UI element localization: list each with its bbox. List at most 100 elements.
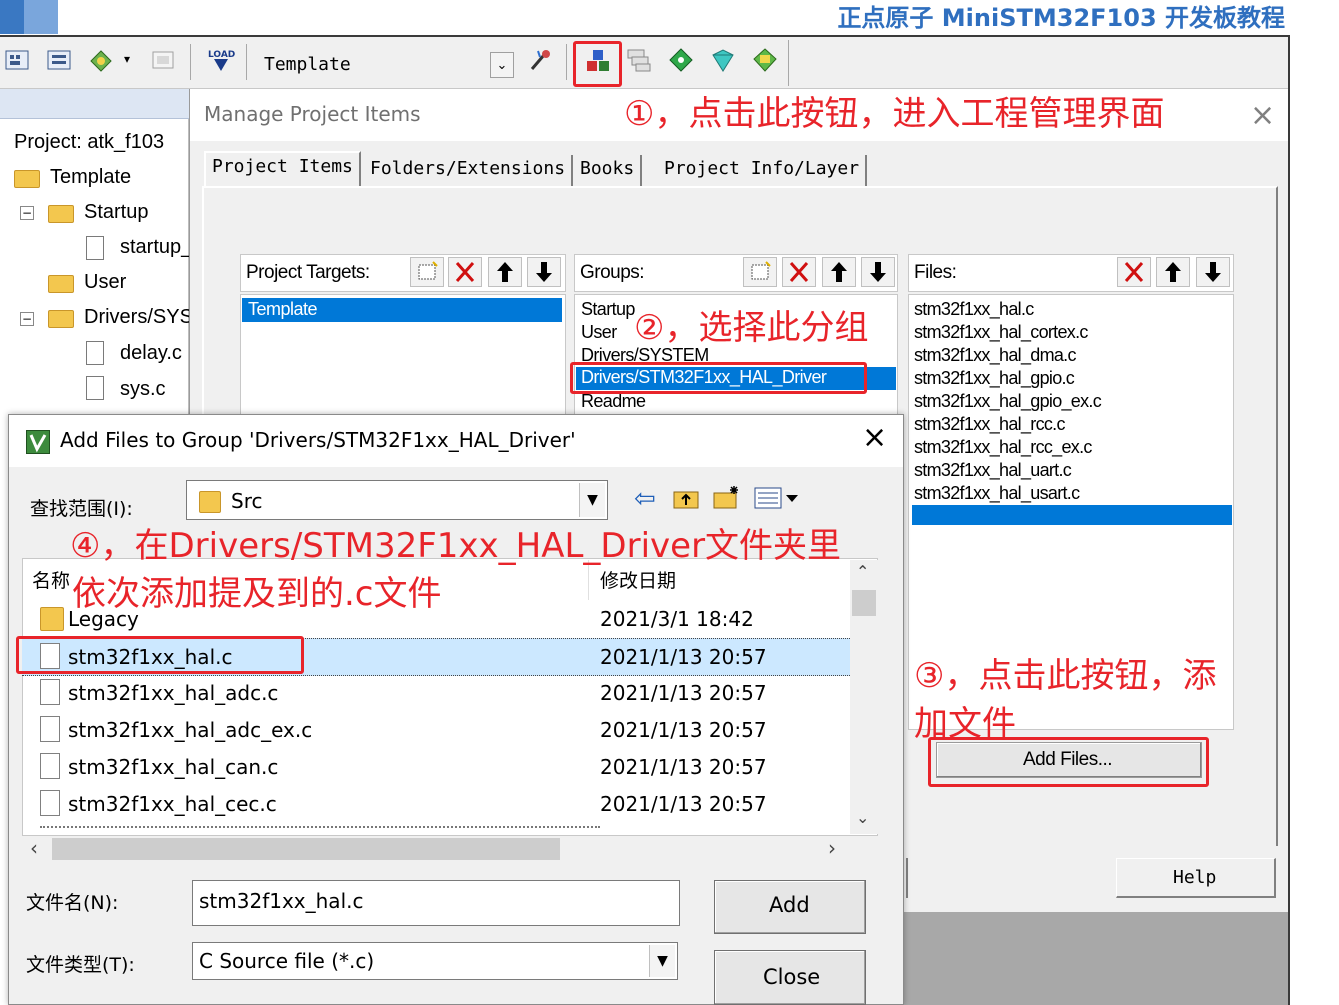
tab-books[interactable]: Books bbox=[574, 155, 643, 187]
list-item[interactable]: stm32f1xx_hal_cec.c 2021/1/13 20:57 bbox=[22, 786, 850, 822]
list-item[interactable]: stm32f1xx_hal_can.c 2021/1/13 20:57 bbox=[22, 749, 850, 785]
target-select-arrow[interactable]: ⌄ bbox=[490, 52, 514, 78]
view-menu-icon[interactable] bbox=[754, 486, 802, 510]
new-group-button[interactable] bbox=[743, 257, 777, 287]
horizontal-scroll-thumb[interactable] bbox=[52, 838, 560, 860]
drivers-expand-icon[interactable]: − bbox=[20, 312, 34, 326]
vertical-scroll-thumb[interactable] bbox=[852, 590, 876, 616]
target-options-icon[interactable] bbox=[528, 47, 554, 73]
filetype-select-value: C Source file (*.c) bbox=[199, 949, 375, 973]
list-item-name: stm32f1xx_hal_cec.c bbox=[68, 792, 277, 816]
scroll-left-icon[interactable]: ‹ bbox=[30, 836, 38, 860]
look-in-dropdown-arrow[interactable]: ▼ bbox=[579, 483, 605, 517]
batch-dropdown-icon[interactable]: ▾ bbox=[124, 52, 130, 66]
file-item[interactable]: stm32f1xx_hal_dma.c bbox=[914, 345, 1076, 366]
move-group-up-button[interactable] bbox=[822, 257, 856, 287]
delete-target-button[interactable] bbox=[448, 257, 482, 287]
close-button[interactable]: Close bbox=[714, 950, 866, 1005]
tree-item-user[interactable]: User bbox=[84, 271, 126, 294]
event-recorder-icon[interactable] bbox=[752, 47, 778, 73]
manage-project-items-icon[interactable] bbox=[585, 47, 611, 73]
file-item-selected-empty[interactable] bbox=[912, 505, 1232, 525]
tree-item-startup-file[interactable]: startup_ bbox=[120, 236, 192, 259]
move-file-down-button[interactable] bbox=[1196, 257, 1230, 287]
target-select[interactable]: Template ⌄ bbox=[256, 50, 516, 80]
add-button-label: Add bbox=[769, 893, 810, 917]
file-item[interactable]: stm32f1xx_hal_gpio.c bbox=[914, 368, 1075, 389]
add-button[interactable]: Add bbox=[714, 880, 866, 934]
back-icon[interactable]: ⇦ bbox=[634, 484, 656, 514]
stop-build-icon[interactable] bbox=[150, 47, 176, 73]
header-logo-block bbox=[0, 0, 58, 34]
pack-installer-icon[interactable] bbox=[668, 47, 694, 73]
target-item-label: Template bbox=[248, 299, 318, 319]
delete-file-button[interactable] bbox=[1117, 257, 1151, 287]
file-item[interactable]: stm32f1xx_hal.c bbox=[914, 299, 1034, 320]
delay-file-icon bbox=[86, 341, 104, 365]
manage-dialog-close-icon[interactable]: × bbox=[1250, 98, 1275, 133]
toolbar-separator bbox=[788, 40, 789, 86]
file-item[interactable]: stm32f1xx_hal_usart.c bbox=[914, 483, 1080, 504]
tree-item-drivers-sys[interactable]: Drivers/SYS bbox=[84, 306, 193, 329]
add-files-button[interactable]: Add Files... bbox=[936, 742, 1202, 778]
filetype-select[interactable]: C Source file (*.c) ▼ bbox=[192, 942, 678, 980]
group-item-readme[interactable]: Readme bbox=[581, 391, 646, 412]
group-item-user[interactable]: User bbox=[581, 322, 617, 343]
scroll-up-icon[interactable]: ⌃ bbox=[856, 562, 869, 581]
list-item[interactable]: stm32f1xx_hal_adc_ex.c 2021/1/13 20:57 bbox=[22, 712, 850, 748]
new-target-button[interactable] bbox=[410, 257, 444, 287]
header-brand-title: 正点原子 MiniSTM32F103 开发板教程 bbox=[837, 4, 1285, 32]
filename-input[interactable]: stm32f1xx_hal.c bbox=[192, 880, 680, 926]
delete-group-button[interactable] bbox=[782, 257, 816, 287]
download-icon[interactable]: LOAD bbox=[206, 47, 235, 73]
move-target-up-button[interactable] bbox=[488, 257, 522, 287]
svg-text:LOAD: LOAD bbox=[208, 50, 235, 60]
close-button-label: Close bbox=[763, 965, 821, 989]
select-packs-icon[interactable] bbox=[626, 47, 652, 73]
tree-item-template[interactable]: Template bbox=[50, 166, 131, 189]
tab-project-items[interactable]: Project Items bbox=[204, 151, 361, 187]
manage-dialog-hidden-button-edge bbox=[904, 858, 908, 898]
list-item-date: 2021/3/1 18:42 bbox=[600, 607, 754, 631]
tab-project-info-layer[interactable]: Project Info/Layer bbox=[658, 155, 868, 187]
group-item-startup[interactable]: Startup bbox=[581, 299, 635, 320]
filetype-dropdown-arrow[interactable]: ▼ bbox=[649, 945, 675, 977]
tree-item-delay[interactable]: delay.c bbox=[120, 342, 182, 365]
help-button-label: Help bbox=[1173, 867, 1217, 888]
tab-folders-extensions[interactable]: Folders/Extensions bbox=[364, 155, 574, 187]
startup-expand-icon[interactable]: − bbox=[20, 206, 34, 220]
column-header-name[interactable]: 名称 bbox=[32, 566, 70, 593]
list-item[interactable]: stm32f1xx_hal_adc.c 2021/1/13 20:57 bbox=[22, 675, 850, 711]
file-icon bbox=[40, 790, 60, 816]
up-folder-icon[interactable] bbox=[672, 486, 700, 510]
add-files-dialog-title: Add Files to Group 'Drivers/STM32F1xx_HA… bbox=[60, 428, 576, 452]
tree-item-startup[interactable]: Startup bbox=[84, 201, 148, 224]
file-item[interactable]: stm32f1xx_hal_uart.c bbox=[914, 460, 1072, 481]
look-in-select[interactable]: Src ▼ bbox=[186, 480, 608, 520]
new-folder-icon[interactable] bbox=[712, 484, 742, 510]
groups-label: Groups: bbox=[580, 262, 645, 283]
build-icon[interactable] bbox=[4, 47, 30, 73]
filename-label: 文件名(N): bbox=[26, 892, 119, 914]
list-item-selected[interactable]: stm32f1xx_hal.c 2021/1/13 20:57 bbox=[22, 638, 850, 676]
add-files-dialog-close-icon[interactable]: × bbox=[862, 420, 887, 455]
manage-rte-icon[interactable] bbox=[710, 47, 736, 73]
file-item[interactable]: stm32f1xx_hal_rcc.c bbox=[914, 414, 1065, 435]
move-group-down-button[interactable] bbox=[861, 257, 895, 287]
scroll-down-icon[interactable]: ⌄ bbox=[856, 808, 869, 827]
startup-folder-icon bbox=[48, 205, 74, 223]
project-root-label[interactable]: Project: atk_f103 bbox=[14, 131, 164, 154]
keil-app-icon bbox=[26, 430, 50, 454]
rebuild-icon[interactable] bbox=[46, 47, 72, 73]
move-target-down-button[interactable] bbox=[527, 257, 561, 287]
file-item[interactable]: stm32f1xx_hal_cortex.c bbox=[914, 322, 1088, 343]
file-item[interactable]: stm32f1xx_hal_gpio_ex.c bbox=[914, 391, 1102, 412]
file-item[interactable]: stm32f1xx_hal_rcc_ex.c bbox=[914, 437, 1092, 458]
tree-item-sys[interactable]: sys.c bbox=[120, 378, 166, 401]
help-button[interactable]: Help bbox=[1116, 858, 1276, 898]
move-file-up-button[interactable] bbox=[1156, 257, 1190, 287]
column-header-date[interactable]: 修改日期 bbox=[600, 566, 676, 593]
batch-build-icon[interactable] bbox=[88, 47, 114, 73]
list-item-name: stm32f1xx_hal_adc.c bbox=[68, 681, 279, 705]
scroll-right-icon[interactable]: › bbox=[828, 836, 836, 860]
